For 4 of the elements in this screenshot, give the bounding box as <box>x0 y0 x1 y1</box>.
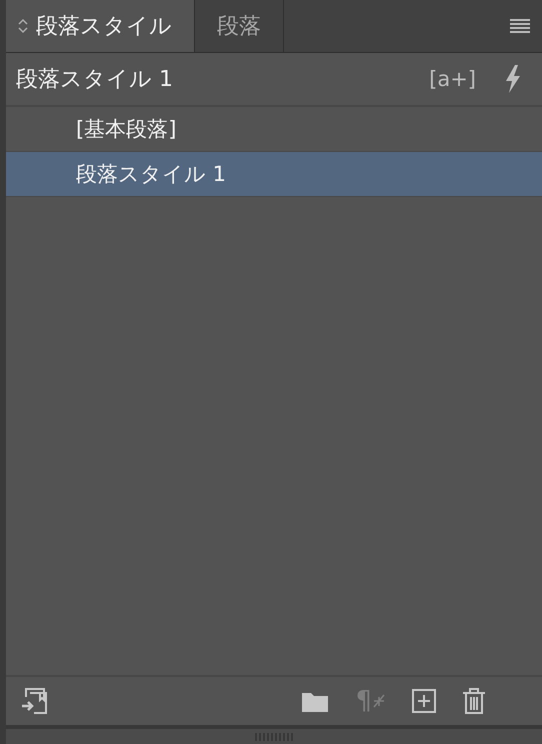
create-style-button[interactable]: [a+] <box>421 67 484 91</box>
panel-tab[interactable]: 段落スタイル <box>6 0 195 52</box>
style-list-item[interactable]: 段落スタイル 1 <box>6 152 542 197</box>
current-style-name: 段落スタイル 1 <box>16 66 174 94</box>
